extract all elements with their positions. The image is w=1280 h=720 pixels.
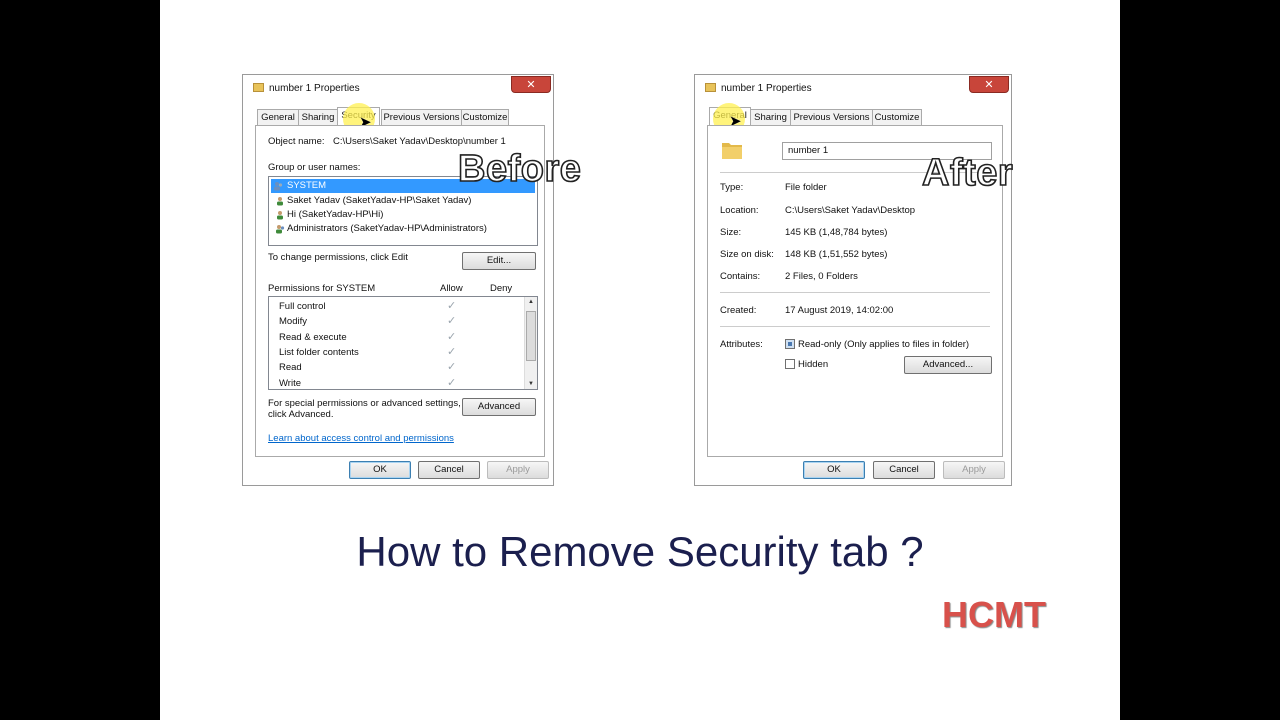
user-name: Saket Yadav (SaketYadav-HP\Saket Yadav) bbox=[287, 195, 472, 206]
object-name-label: Object name: bbox=[268, 136, 325, 147]
edit-button[interactable]: Edit... bbox=[462, 252, 536, 270]
folder-icon bbox=[253, 83, 264, 92]
hidden-checkbox[interactable] bbox=[785, 359, 795, 369]
tab-sharing[interactable]: Sharing bbox=[298, 109, 338, 125]
permission-full-control: Full control bbox=[279, 301, 326, 312]
apply-button[interactable]: Apply bbox=[487, 461, 549, 479]
ok-button[interactable]: OK bbox=[803, 461, 865, 479]
scroll-up-icon[interactable]: ▲ bbox=[525, 297, 537, 307]
headline: How to Remove Security tab ? bbox=[356, 528, 924, 575]
special-permissions-text-1: For special permissions or advanced sett… bbox=[268, 398, 461, 409]
object-name-value: C:\Users\Saket Yadav\Desktop\number 1 bbox=[333, 136, 506, 147]
title-bar: number 1 Properties ✕ bbox=[695, 75, 1011, 101]
user-name: Hi (SaketYadav-HP\Hi) bbox=[287, 209, 384, 220]
separator bbox=[720, 292, 990, 293]
allow-header: Allow bbox=[440, 283, 463, 294]
group-user-icon bbox=[276, 225, 285, 234]
change-permissions-text: To change permissions, click Edit bbox=[268, 252, 408, 263]
ok-button[interactable]: OK bbox=[349, 461, 411, 479]
group-label: Group or user names: bbox=[268, 162, 361, 173]
tab-customize[interactable]: Customize bbox=[461, 109, 509, 125]
brand-logo: HCMT bbox=[942, 594, 1046, 635]
tab-previous-versions[interactable]: Previous Versions bbox=[790, 109, 873, 125]
cancel-button[interactable]: Cancel bbox=[873, 461, 935, 479]
permission-read: Read bbox=[279, 362, 302, 373]
after-label: After bbox=[921, 151, 1014, 195]
permissions-list: Full control ✓ Modify ✓ Read & execute ✓… bbox=[268, 296, 538, 390]
type-value: File folder bbox=[785, 182, 827, 193]
size-label: Size: bbox=[720, 227, 742, 238]
apply-button[interactable]: Apply bbox=[943, 461, 1005, 479]
permissions-scrollbar[interactable]: ▲ ▼ bbox=[524, 297, 537, 389]
user-icon bbox=[277, 211, 283, 220]
allow-check-icon: ✓ bbox=[447, 346, 457, 358]
allow-check-icon: ✓ bbox=[447, 331, 457, 343]
folder-icon bbox=[705, 83, 716, 92]
created-label: Created: bbox=[720, 305, 757, 316]
contains-label: Contains: bbox=[720, 271, 761, 282]
allow-check-icon: ✓ bbox=[447, 300, 457, 312]
type-label: Type: bbox=[720, 182, 744, 193]
advanced-button[interactable]: Advanced... bbox=[904, 356, 992, 374]
deny-header: Deny bbox=[490, 283, 513, 294]
before-properties-dialog: number 1 Properties ✕ General Sharing Se… bbox=[242, 74, 554, 486]
contains-value: 2 Files, 0 Folders bbox=[785, 271, 858, 282]
window-title: number 1 Properties bbox=[269, 83, 360, 94]
tab-previous-versions[interactable]: Previous Versions bbox=[381, 109, 462, 125]
size-on-disk-value: 148 KB (1,51,552 bytes) bbox=[785, 249, 888, 260]
tab-customize[interactable]: Customize bbox=[872, 109, 922, 125]
location-label: Location: bbox=[720, 205, 759, 216]
permission-read-execute: Read & execute bbox=[279, 332, 347, 343]
learn-more-link[interactable]: Learn about access control and permissio… bbox=[268, 433, 454, 444]
close-button[interactable]: ✕ bbox=[511, 76, 551, 93]
user-row-hi[interactable]: Hi (SaketYadav-HP\Hi) bbox=[273, 208, 383, 222]
user-row-saket[interactable]: Saket Yadav (SaketYadav-HP\Saket Yadav) bbox=[273, 194, 471, 208]
created-value: 17 August 2019, 14:02:00 bbox=[785, 305, 894, 316]
permissions-for-label: Permissions for SYSTEM bbox=[268, 283, 376, 294]
readonly-checkbox[interactable] bbox=[785, 339, 795, 349]
permission-list-folder-contents: List folder contents bbox=[279, 347, 359, 358]
size-on-disk-label: Size on disk: bbox=[720, 249, 774, 260]
user-row-administrators[interactable]: Administrators (SaketYadav-HP\Administra… bbox=[273, 222, 487, 236]
special-permissions-text-2: click Advanced. bbox=[268, 409, 334, 420]
allow-check-icon: ✓ bbox=[447, 377, 457, 389]
allow-check-icon: ✓ bbox=[447, 315, 457, 327]
cancel-button[interactable]: Cancel bbox=[418, 461, 480, 479]
window-title: number 1 Properties bbox=[721, 83, 812, 94]
permission-write: Write bbox=[279, 378, 301, 389]
allow-check-icon: ✓ bbox=[447, 361, 457, 373]
slide: number 1 Properties ✕ General Sharing Se… bbox=[160, 0, 1120, 720]
hidden-label: Hidden bbox=[798, 359, 829, 370]
user-name: SYSTEM bbox=[287, 180, 327, 191]
group-user-icon bbox=[274, 182, 283, 191]
user-icon bbox=[277, 197, 283, 206]
scroll-down-icon[interactable]: ▼ bbox=[525, 379, 537, 389]
scroll-thumb[interactable] bbox=[526, 311, 536, 361]
size-value: 145 KB (1,48,784 bytes) bbox=[785, 227, 888, 238]
user-name: Administrators (SaketYadav-HP\Administra… bbox=[287, 223, 487, 234]
close-button[interactable]: ✕ bbox=[969, 76, 1009, 93]
tab-general[interactable]: General bbox=[257, 109, 299, 125]
advanced-button[interactable]: Advanced bbox=[462, 398, 536, 416]
title-bar: number 1 Properties ✕ bbox=[243, 75, 553, 101]
after-properties-dialog: number 1 Properties ✕ General Sharing Pr… bbox=[694, 74, 1012, 486]
readonly-label: Read-only (Only applies to files in fold… bbox=[798, 339, 970, 350]
before-label: Before bbox=[457, 147, 582, 191]
separator bbox=[720, 326, 990, 327]
attributes-label: Attributes: bbox=[720, 339, 763, 350]
permission-modify: Modify bbox=[279, 316, 307, 327]
folder-large-icon bbox=[722, 143, 742, 159]
location-value: C:\Users\Saket Yadav\Desktop bbox=[785, 205, 916, 216]
tab-sharing[interactable]: Sharing bbox=[750, 109, 791, 125]
